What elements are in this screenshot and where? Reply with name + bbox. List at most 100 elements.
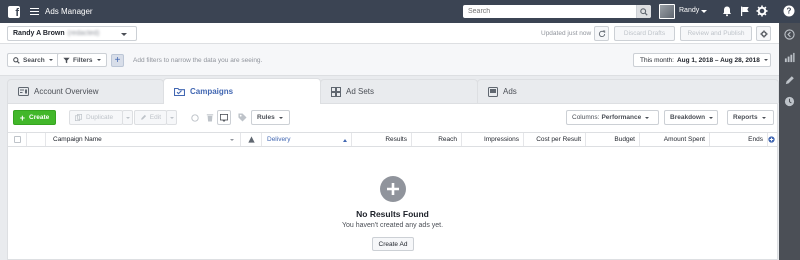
- grid-icon: [331, 86, 341, 97]
- duplicate-dropdown[interactable]: [122, 110, 133, 125]
- edit-dropdown[interactable]: [166, 110, 177, 125]
- select-all-cell: [8, 133, 27, 146]
- global-search: [463, 5, 651, 18]
- settings-button[interactable]: [756, 26, 771, 41]
- overview-icon: [18, 87, 29, 96]
- help-icon[interactable]: ?: [783, 5, 795, 17]
- toggle-icon[interactable]: [188, 110, 201, 125]
- review-publish-button[interactable]: Review and Publish: [680, 26, 752, 41]
- breakdown-dropdown[interactable]: Breakdown: [664, 110, 718, 125]
- user-name[interactable]: Randy: [679, 7, 699, 14]
- filter-bar: Search Filters + Add filters to narrow t…: [0, 44, 779, 76]
- create-ad-button[interactable]: Create Ad: [372, 237, 414, 251]
- table-toolbar: + Create Duplicate Edit Rules Columns: P…: [8, 104, 777, 132]
- avatar[interactable]: [659, 4, 675, 19]
- chevron-down-icon: [645, 116, 650, 121]
- svg-text:?: ?: [787, 7, 792, 16]
- account-id: (redacted): [67, 30, 100, 37]
- delete-icon[interactable]: [203, 110, 216, 125]
- gear-icon: [759, 29, 768, 38]
- tab-strip: Account Overview Campaigns Ad Sets Ads: [0, 76, 779, 104]
- columns-value: Performance: [601, 114, 642, 121]
- column-cost-per-result[interactable]: Cost per Result: [524, 133, 586, 146]
- account-header: Randy A Brown (redacted) Updated just no…: [0, 23, 779, 44]
- reports-dropdown[interactable]: Reports: [727, 110, 774, 125]
- create-button[interactable]: + Create: [13, 110, 56, 125]
- filter-hint: Add filters to narrow the data you are s…: [133, 57, 263, 64]
- column-amount-spent[interactable]: Amount Spent: [640, 133, 710, 146]
- top-bar: f Ads Manager Randy ?: [0, 0, 800, 23]
- search-filter-label: Search: [23, 56, 45, 64]
- duplicate-icon: [75, 114, 82, 121]
- tab-label: Campaigns: [190, 87, 234, 96]
- tag-icon[interactable]: [236, 110, 249, 125]
- tab-label: Ads: [503, 87, 517, 96]
- column-reach[interactable]: Reach: [412, 133, 462, 146]
- add-filter-button[interactable]: +: [111, 54, 124, 67]
- empty-state-subtitle: You haven't created any ads yet.: [341, 222, 444, 229]
- search-filter-button[interactable]: Search: [7, 53, 59, 67]
- updated-status: Updated just now: [541, 30, 592, 37]
- column-campaign-name[interactable]: Campaign Name: [46, 133, 241, 146]
- ads-manager-app: f Ads Manager Randy ? Randy A Brown (red…: [0, 0, 800, 260]
- tab-account-overview[interactable]: Account Overview: [7, 79, 164, 103]
- menu-icon[interactable]: [30, 8, 39, 15]
- bell-icon[interactable]: [721, 5, 733, 17]
- rules-button[interactable]: Rules: [251, 110, 290, 125]
- chevron-down-icon: [763, 59, 768, 63]
- clock-icon[interactable]: [784, 96, 795, 107]
- date-range: Aug 1, 2018 – Aug 28, 2018: [676, 56, 760, 64]
- flag-icon[interactable]: [739, 5, 751, 17]
- preview-icon[interactable]: [217, 110, 231, 125]
- account-name: Randy A Brown: [13, 30, 65, 37]
- chevron-down-icon: [761, 116, 766, 121]
- filters-button[interactable]: Filters: [57, 53, 107, 67]
- column-ends[interactable]: Ends: [710, 133, 768, 146]
- chevron-down-icon: [169, 116, 174, 121]
- add-column-icon[interactable]: [768, 136, 775, 143]
- column-label: Delivery: [267, 136, 291, 143]
- refresh-icon: [598, 30, 605, 37]
- date-range-picker[interactable]: This month: Aug 1, 2018 – Aug 28, 2018: [633, 53, 771, 67]
- folder-icon: [174, 87, 185, 96]
- filters-label: Filters: [73, 56, 93, 64]
- edit-label: Edit: [149, 114, 161, 121]
- plus-icon: +: [19, 112, 26, 123]
- column-budget[interactable]: Budget: [586, 133, 640, 146]
- column-results[interactable]: Results: [352, 133, 412, 146]
- search-button[interactable]: [636, 5, 651, 18]
- plus-icon: +: [114, 54, 121, 66]
- tab-campaigns[interactable]: Campaigns: [163, 78, 321, 104]
- refresh-button[interactable]: [594, 26, 609, 41]
- chevron-down-icon: [48, 59, 53, 63]
- ad-icon: [488, 86, 498, 97]
- chevron-down-icon: [121, 33, 127, 39]
- add-circle-icon: [380, 176, 406, 202]
- rules-label: Rules: [257, 114, 275, 121]
- search-input[interactable]: [463, 5, 636, 18]
- facebook-logo[interactable]: f: [8, 5, 20, 18]
- table-header: Campaign Name Delivery Results Reach Imp…: [8, 132, 777, 147]
- column-delivery[interactable]: Delivery: [262, 133, 352, 146]
- column-impressions[interactable]: Impressions: [462, 133, 524, 146]
- tab-ads[interactable]: Ads: [477, 79, 779, 103]
- edit-icon[interactable]: [784, 75, 795, 86]
- edit-button[interactable]: Edit: [134, 110, 167, 125]
- campaigns-panel: + Create Duplicate Edit Rules Columns: P…: [7, 103, 778, 260]
- column-warning[interactable]: [241, 133, 262, 146]
- chart-icon[interactable]: [784, 52, 795, 63]
- select-all-checkbox[interactable]: [14, 136, 21, 143]
- edit-icon: [141, 114, 147, 120]
- account-selector[interactable]: Randy A Brown (redacted): [7, 26, 137, 41]
- chevron-down-icon[interactable]: [701, 10, 707, 16]
- right-rail: [779, 23, 800, 260]
- search-icon: [640, 7, 648, 16]
- gear-icon[interactable]: [756, 5, 768, 17]
- chevron-down-icon: [96, 59, 101, 63]
- duplicate-button[interactable]: Duplicate: [69, 110, 123, 125]
- collapse-icon[interactable]: [784, 29, 795, 40]
- add-column-cell: [768, 133, 777, 146]
- discard-drafts-button[interactable]: Discard Drafts: [614, 26, 675, 41]
- tab-ad-sets[interactable]: Ad Sets: [320, 79, 478, 103]
- columns-dropdown[interactable]: Columns: Performance: [566, 110, 659, 125]
